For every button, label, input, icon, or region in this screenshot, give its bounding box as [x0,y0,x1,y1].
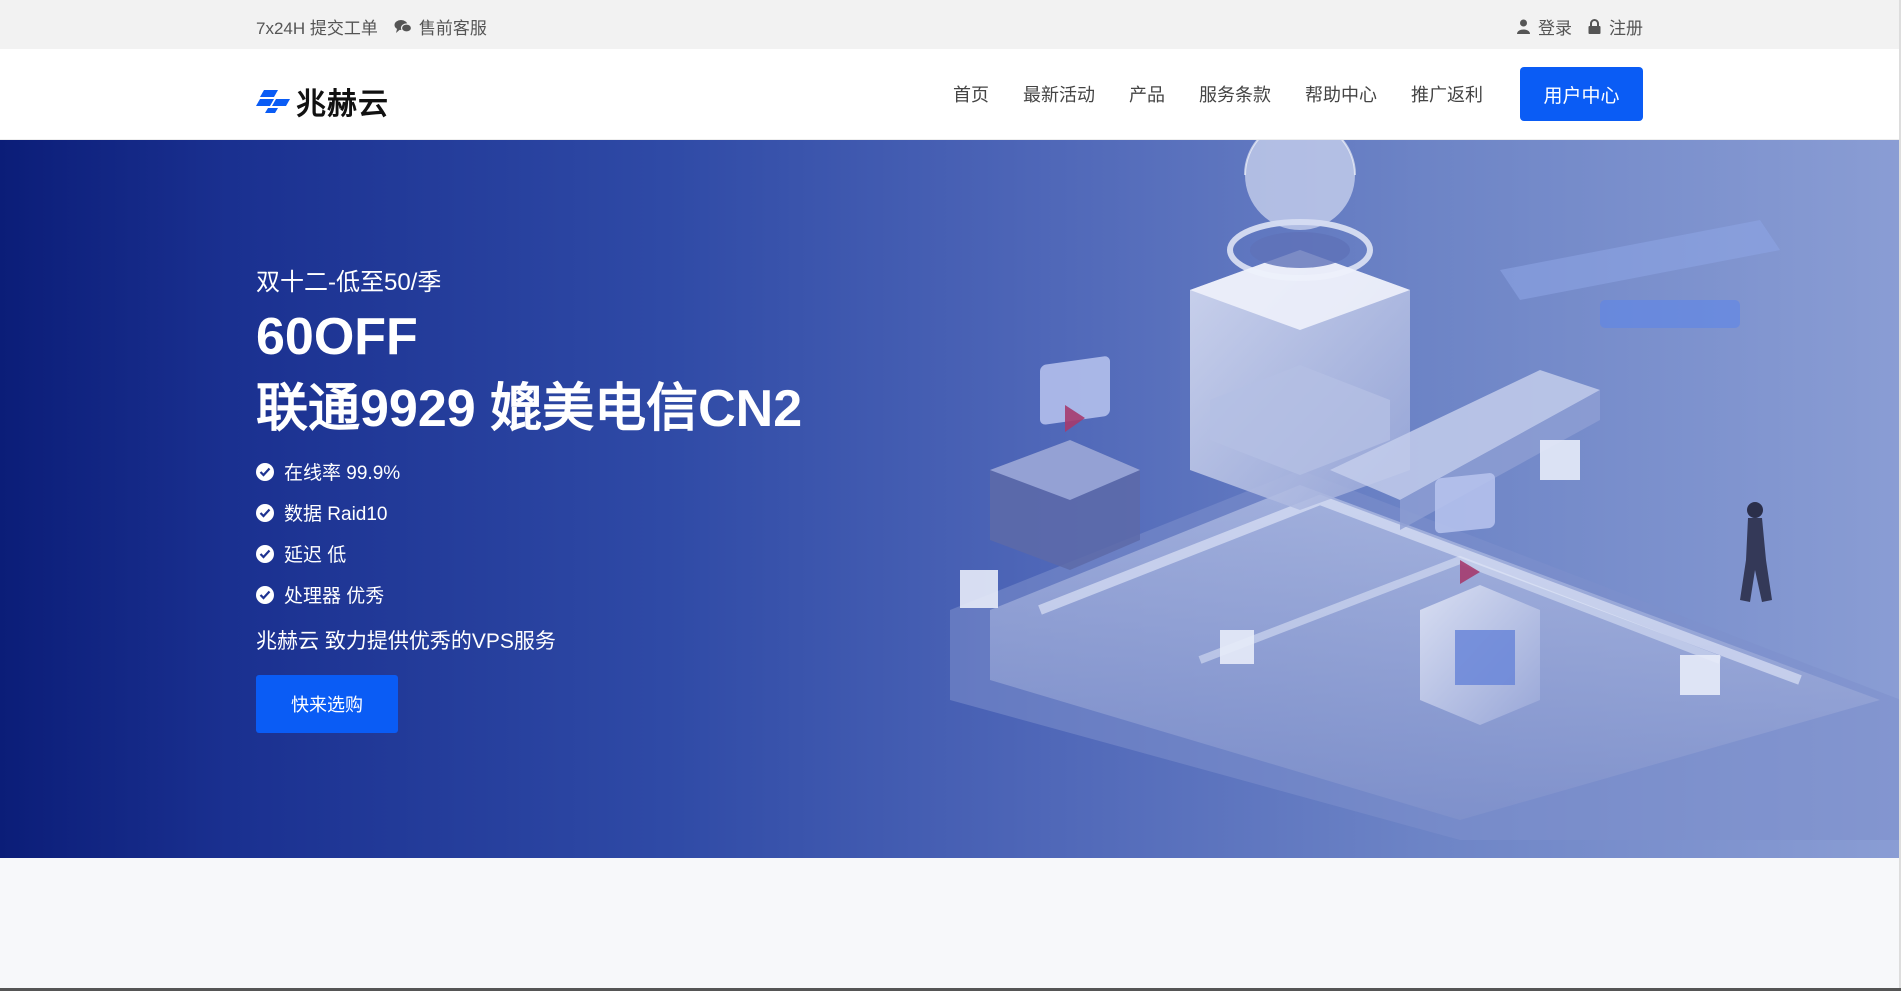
login-label: 登录 [1538,19,1572,38]
presales-support-link[interactable]: 售前客服 [394,14,487,39]
top-bar-left: 7x24H 提交工单 售前客服 [256,14,487,39]
nav-item-home[interactable]: 首页 [953,81,989,107]
hero-headline-1: 60OFF [256,308,418,366]
hero-banner: 双十二-低至50/季 60OFF 联通9929 媲美电信CN2 在线率 99.9… [0,140,1901,858]
top-bar-right: 登录 注册 [1501,14,1643,39]
hero-subtitle: 双十二-低至50/季 [256,269,442,296]
user-icon [1517,19,1530,34]
submit-ticket-link[interactable]: 7x24H 提交工单 [256,14,378,39]
brand-name: 兆赫云 [296,88,389,121]
feature-item: 延迟 低 [256,533,802,574]
site-header: 兆赫云 首页 最新活动 产品 服务条款 帮助中心 推广返利 用户中心 [0,49,1901,140]
feature-label: 处理器 优秀 [284,586,385,607]
feature-label: 在线率 99.9% [284,463,401,484]
nav-item-products[interactable]: 产品 [1129,81,1165,107]
content-section [0,858,1901,991]
check-circle-icon [256,585,274,604]
check-circle-icon [256,503,274,522]
nav-item-terms[interactable]: 服务条款 [1199,81,1271,107]
nav-item-help[interactable]: 帮助中心 [1305,81,1377,107]
check-circle-icon [256,544,274,563]
logo-mark-icon [256,90,290,113]
presales-support-label: 售前客服 [418,19,487,38]
lock-icon [1588,19,1601,34]
register-link[interactable]: 注册 [1588,14,1643,39]
feature-item: 在线率 99.9% [256,451,802,492]
feature-list: 在线率 99.9% 数据 Raid10 延迟 低 处理器 优秀 [256,451,802,615]
hero-content: 双十二-低至50/季 60OFF 联通9929 媲美电信CN2 在线率 99.9… [256,262,802,733]
hero-illustration [950,140,1901,840]
hero-headline-2: 联通9929 媲美电信CN2 [256,380,803,438]
nav-item-promotions[interactable]: 最新活动 [1023,81,1095,107]
top-bar: 7x24H 提交工单 售前客服 登录 注册 [0,0,1901,49]
login-link[interactable]: 登录 [1517,14,1572,39]
feature-item: 处理器 优秀 [256,574,802,615]
buy-now-button[interactable]: 快来选购 [256,675,398,733]
feature-label: 延迟 低 [284,545,347,566]
feature-label: 数据 Raid10 [284,504,388,525]
hero-tagline: 兆赫云 致力提供优秀的VPS服务 [256,630,556,653]
register-label: 注册 [1609,19,1643,38]
site-logo[interactable]: 兆赫云 [256,79,389,123]
user-center-button[interactable]: 用户中心 [1520,67,1643,121]
chat-icon [394,20,412,33]
nav-item-affiliate[interactable]: 推广返利 [1411,81,1483,107]
main-nav: 首页 最新活动 产品 服务条款 帮助中心 推广返利 [919,81,1483,107]
check-circle-icon [256,462,274,481]
feature-item: 数据 Raid10 [256,492,802,533]
